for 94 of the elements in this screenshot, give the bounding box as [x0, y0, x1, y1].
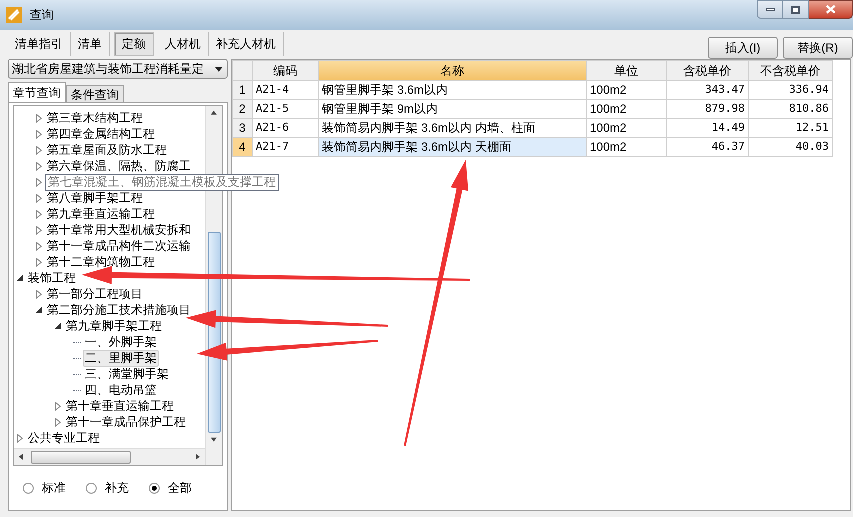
tab[interactable]: 清单	[71, 32, 110, 56]
expanded-triangle-icon[interactable]	[36, 306, 42, 314]
collapsed-triangle-icon[interactable]	[55, 418, 61, 426]
tree-item[interactable]: 装饰工程	[26, 270, 78, 286]
collapsed-triangle-icon[interactable]	[36, 290, 42, 298]
dropdown-caret-icon	[215, 66, 223, 72]
tab[interactable]: 定额	[114, 32, 154, 56]
row-number: 2	[232, 100, 252, 118]
tree-item[interactable]: 第十一章成品构件二次运输	[45, 238, 193, 254]
collapsed-triangle-icon[interactable]	[36, 178, 42, 186]
tree-item[interactable]: 第五章屋面及防水工程	[45, 142, 169, 158]
collapsed-triangle-icon[interactable]	[36, 162, 42, 170]
tree-item[interactable]: 第一部分工程项目	[45, 286, 145, 302]
table-cell: 100m2	[586, 80, 666, 100]
tree-item[interactable]: 第八章脚手架工程	[45, 190, 145, 206]
collapsed-triangle-icon[interactable]	[36, 242, 42, 250]
close-button[interactable]	[809, 0, 853, 19]
table-row[interactable]: 4 A21-7 装饰简易内脚手架 3.6m以内 天棚面 100m2 46.37 40.03	[232, 138, 832, 156]
close-icon	[826, 5, 836, 14]
tab[interactable]: 补充人材机	[209, 32, 284, 56]
tree-item[interactable]: 一、外脚手架	[83, 334, 159, 350]
radio-icon[interactable]	[23, 482, 34, 494]
radio-icon[interactable]	[86, 482, 97, 494]
table-cell: 336.94	[748, 80, 832, 100]
tree-item[interactable]: 第十一章成品保护工程	[64, 414, 188, 430]
table-cell: 879.98	[666, 100, 748, 118]
tab[interactable]: 清单指引	[8, 32, 71, 56]
corner-cell	[232, 60, 252, 80]
tree-item-tooltip[interactable]: 第七章混凝土、钢筋混凝土模板及支撑工程	[45, 174, 279, 190]
collapsed-triangle-icon[interactable]	[55, 402, 61, 410]
row-number: 3	[232, 118, 252, 138]
tree-item[interactable]: 第十二章构筑物工程	[45, 254, 157, 270]
tree-item[interactable]: 第九章脚手架工程	[64, 318, 164, 334]
column-header[interactable]: 名称	[318, 60, 586, 80]
table-cell: 钢管里脚手架 9m以内	[318, 100, 586, 118]
column-header[interactable]: 含税单价	[666, 60, 748, 80]
tree-item[interactable]: 二、里脚手架	[83, 350, 159, 366]
column-header[interactable]: 不含税单价	[748, 60, 832, 80]
table-cell: 12.51	[748, 118, 832, 138]
horizontal-scrollbar[interactable]	[14, 448, 205, 465]
window-title: 查询	[30, 7, 54, 24]
table-cell: 100m2	[586, 138, 666, 156]
maximize-button[interactable]	[783, 0, 809, 19]
tree-item[interactable]: 第六章保温、隔热、防腐工	[45, 158, 193, 174]
collapsed-triangle-icon[interactable]	[36, 210, 42, 218]
radio-option[interactable]: 全部	[149, 479, 192, 497]
tree-item[interactable]: 公共专业工程	[26, 430, 102, 446]
app-icon	[6, 7, 22, 23]
collapsed-triangle-icon[interactable]	[36, 130, 42, 138]
tree-item[interactable]: 第十章垂直运输工程	[64, 398, 176, 414]
column-header[interactable]: 编码	[252, 60, 318, 80]
row-number: 1	[232, 80, 252, 100]
tree-item[interactable]: 第二部分施工技术措施项目	[45, 302, 193, 318]
table-cell: 装饰简易内脚手架 3.6m以内 天棚面	[318, 138, 586, 156]
tree-item[interactable]: 第九章垂直运输工程	[45, 206, 157, 222]
tree-item[interactable]: 第十章常用大型机械安拆和	[45, 222, 193, 238]
table-cell: 40.03	[748, 138, 832, 156]
table-cell: A21-6	[252, 118, 318, 138]
tree-item[interactable]: 第四章金属结构工程	[45, 126, 157, 142]
library-dropdown[interactable]: 湖北省房屋建筑与装饰工程消耗量定	[8, 59, 228, 79]
collapsed-triangle-icon[interactable]	[36, 226, 42, 234]
table-cell: 钢管里脚手架 3.6m以内	[318, 80, 586, 100]
collapsed-triangle-icon[interactable]	[36, 258, 42, 266]
table-cell: 46.37	[666, 138, 748, 156]
table-cell: A21-4	[252, 80, 318, 100]
expanded-triangle-icon[interactable]	[54, 322, 62, 330]
action-button[interactable]: 替换(R)	[783, 36, 853, 58]
tree-item[interactable]: 三、满堂脚手架	[83, 366, 171, 382]
minimize-button[interactable]	[757, 0, 783, 19]
table-cell: 100m2	[586, 118, 666, 138]
radio-option[interactable]: 标准	[23, 479, 66, 497]
tree-item[interactable]: 四、电动吊篮	[83, 382, 159, 398]
tab[interactable]: 人材机	[158, 32, 209, 56]
tab[interactable]: 条件查询	[66, 85, 124, 102]
radio-option[interactable]: 补充	[86, 479, 129, 497]
tab[interactable]: 章节查询	[8, 82, 66, 102]
table-cell: 14.49	[666, 118, 748, 138]
table-cell: A21-7	[252, 138, 318, 156]
column-header[interactable]: 单位	[586, 60, 666, 80]
radio-icon[interactable]	[149, 482, 160, 494]
collapsed-triangle-icon[interactable]	[17, 434, 23, 442]
tree-item[interactable]: 第三章木结构工程	[45, 110, 145, 126]
table-cell: 343.47	[666, 80, 748, 100]
collapsed-triangle-icon[interactable]	[36, 114, 42, 122]
row-number: 4	[232, 138, 252, 156]
table-row[interactable]: 2 A21-5 钢管里脚手架 9m以内 100m2 879.98 810.86	[232, 100, 832, 118]
table-row[interactable]: 1 A21-4 钢管里脚手架 3.6m以内 100m2 343.47 336.94	[232, 80, 832, 100]
action-button[interactable]: 插入(I)	[708, 36, 778, 58]
table-cell: 100m2	[586, 100, 666, 118]
table-cell: 810.86	[748, 100, 832, 118]
expanded-triangle-icon[interactable]	[16, 274, 24, 282]
table-cell: A21-5	[252, 100, 318, 118]
collapsed-triangle-icon[interactable]	[36, 194, 42, 202]
collapsed-triangle-icon[interactable]	[36, 146, 42, 154]
